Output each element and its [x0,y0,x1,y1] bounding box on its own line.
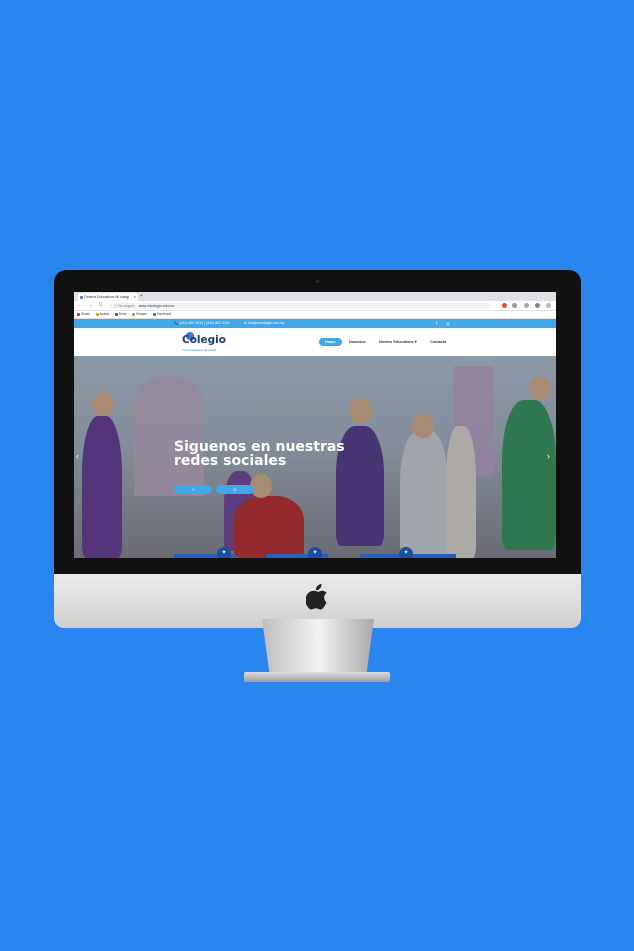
hero-title: Siguenos en nuestras redes sociales [174,439,345,469]
bookmark-gmail[interactable]: Gmail [77,312,90,316]
nav-niveles-educativos[interactable]: Niveles Educativos ▾ [379,338,417,346]
logo-subtitle: Centros Educativos Mi Colegio [182,349,217,352]
close-icon[interactable]: × [134,293,136,301]
logo[interactable]: Colegio [182,334,226,346]
drive-icon [114,312,118,316]
hero-slider: Siguenos en nuestras redes sociales f ◎ … [74,356,556,558]
avana-icon [95,312,99,316]
nav-nosotros[interactable]: Nosotros [349,338,366,346]
menu-icon[interactable] [546,303,551,308]
tab-title: Centros Educativos Mi colegi [84,295,130,299]
email-link[interactable]: ✉ info@micolegio.edu.mx [244,319,284,328]
reload-button[interactable]: C [99,301,103,310]
bookmark-facebook[interactable]: Facebook [152,312,171,316]
hero-facebook-button[interactable]: f [174,485,212,494]
screen: Centros Educativos Mi colegi × + ← → C ⓘ… [74,292,556,558]
site-topbar: 📞 (444) 822 3013 | (444) 822 3180 ✉ info… [74,319,556,328]
bookmark-drive[interactable]: Drive [114,312,126,316]
url-text: www.micolegio.edu.mx [138,303,175,308]
nav-contacto[interactable]: Contacto [430,338,446,346]
facebook-icon [152,312,156,316]
address-bar[interactable]: ⓘ No seguro www.micolegio.edu.mx [110,302,492,309]
imac-stand-base [244,672,390,682]
slider-prev-icon[interactable]: ‹ [76,451,79,461]
bookmark-avana[interactable]: Avana [95,312,109,316]
gmail-icon [77,312,80,316]
star-icon[interactable] [512,303,517,308]
imac-stand [262,619,374,677]
hero-instagram-button[interactable]: ◎ [216,485,254,494]
extension-icon[interactable] [502,303,507,308]
extension-icon[interactable] [524,303,529,308]
favicon-icon [79,295,83,299]
apple-icon [306,584,327,610]
bookmark-envato[interactable]: Envato [132,312,147,316]
envato-icon [132,312,136,316]
new-tab-button[interactable]: + [140,292,143,301]
feature-icon: ✦ [308,547,322,558]
bookmarks-bar: Gmail Avana Drive Envato Facebook [74,311,556,319]
browser-tab[interactable]: Centros Educativos Mi colegi × [78,293,138,301]
nav-home[interactable]: Home [319,338,342,346]
instagram-icon[interactable]: ◎ [446,319,450,328]
feature-icon: ✦ [399,547,413,558]
security-indicator[interactable]: ⓘ No seguro [114,304,135,308]
facebook-icon[interactable]: f [436,319,437,328]
phone-info: 📞 (444) 822 3013 | (444) 822 3180 [174,321,230,325]
forward-button[interactable]: → [88,301,93,310]
browser-toolbar: ← → C ⓘ No seguro www.micolegio.edu.mx [74,301,556,311]
slider-next-icon[interactable]: › [547,451,550,461]
browser-tabbar: Centros Educativos Mi colegi × + [74,292,556,301]
camera [316,280,319,283]
site-navbar: Colegio Centros Educativos Mi Colegio Ho… [74,328,556,356]
feature-icon: ✦ [217,547,231,558]
profile-icon[interactable] [535,303,540,308]
back-button[interactable]: ← [78,301,83,310]
